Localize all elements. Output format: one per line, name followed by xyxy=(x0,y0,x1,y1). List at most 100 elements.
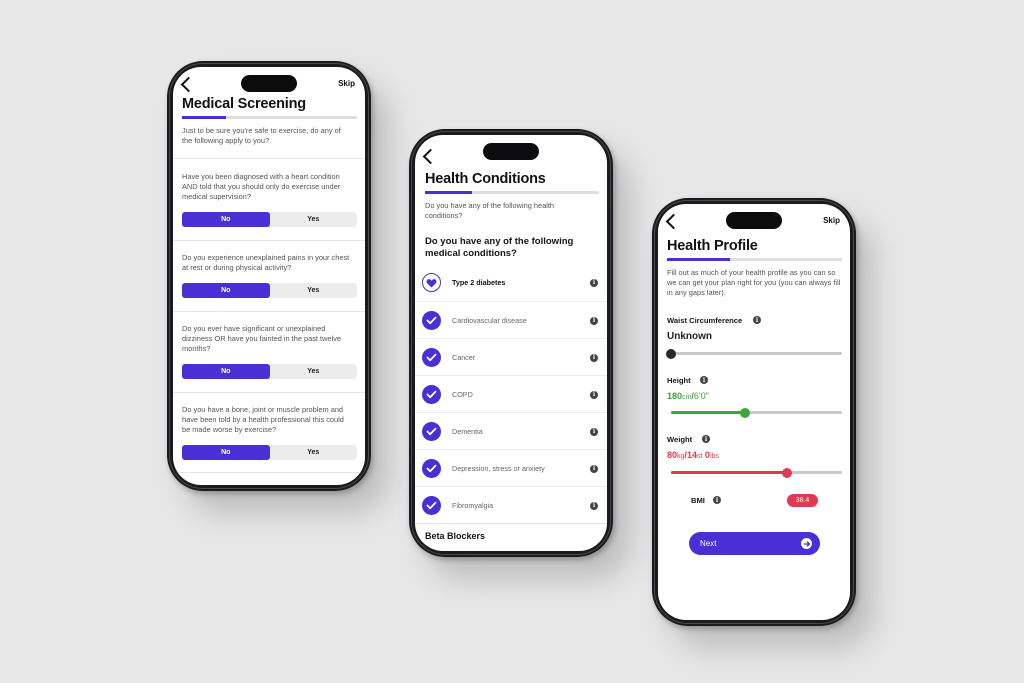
intro-text: Just to be sure you're safe to exercise,… xyxy=(182,126,341,145)
info-icon[interactable]: i xyxy=(590,427,598,436)
yes-no-toggle: No Yes xyxy=(182,445,357,460)
condition-label: COPD xyxy=(452,390,473,399)
page-title: Medical Screening xyxy=(182,96,306,112)
info-icon[interactable]: i xyxy=(700,376,708,384)
progress-bar xyxy=(425,191,599,194)
back-arrow-icon[interactable] xyxy=(422,148,439,165)
screen-health-profile: Skip Health Profile Fill out as much of … xyxy=(658,204,850,620)
no-option[interactable]: No xyxy=(182,283,270,298)
dynamic-island xyxy=(241,75,297,92)
question-text: Do you have a bone, joint or muscle prob… xyxy=(182,405,344,434)
condition-item[interactable]: Type 2 diabetes i xyxy=(415,264,607,301)
intro-text: Fill out as much of your health profile … xyxy=(667,268,841,297)
divider xyxy=(173,392,365,393)
next-button[interactable]: Next xyxy=(689,532,820,555)
height-slider-handle[interactable] xyxy=(739,407,750,418)
progress-fill xyxy=(667,258,730,261)
check-icon xyxy=(422,385,441,404)
condition-item[interactable]: Cancer i xyxy=(415,338,607,376)
bmi-value-badge: 38.4 xyxy=(787,494,818,507)
info-icon[interactable]: i xyxy=(590,501,598,510)
question-text: Do you ever have significant or unexplai… xyxy=(182,324,341,353)
weight-st-unit: st xyxy=(696,453,703,460)
dynamic-island xyxy=(483,143,539,160)
info-icon[interactable]: i xyxy=(702,435,710,443)
info-icon[interactable]: i xyxy=(753,316,761,324)
phone-health-profile: Skip Health Profile Fill out as much of … xyxy=(652,198,856,626)
weight-slider-handle[interactable] xyxy=(782,467,793,478)
condition-label: Dementia xyxy=(452,427,483,436)
height-cm: 180 xyxy=(667,391,683,401)
divider xyxy=(173,240,365,241)
condition-item[interactable]: Dementia i xyxy=(415,412,607,450)
yes-no-toggle: No Yes xyxy=(182,364,357,379)
yes-option[interactable]: Yes xyxy=(270,445,358,460)
condition-label: Depression, stress or anxiety xyxy=(452,464,545,473)
bmi-label: BMI xyxy=(691,496,705,505)
screen-health-conditions: Health Conditions Do you have any of the… xyxy=(415,135,607,551)
height-value: 180cm/6'0" xyxy=(667,391,709,401)
height-slider-fill xyxy=(671,411,745,414)
no-option[interactable]: No xyxy=(182,212,270,227)
check-icon xyxy=(422,422,441,441)
divider xyxy=(173,472,365,473)
divider xyxy=(415,523,607,524)
divider xyxy=(173,311,365,312)
weight-slider[interactable] xyxy=(671,467,842,478)
question-text: Have you been diagnosed with a heart con… xyxy=(182,172,341,201)
intro-text: Do you have any of the following health … xyxy=(425,201,555,220)
height-cm-unit: cm xyxy=(682,394,692,401)
skip-button[interactable]: Skip xyxy=(338,79,355,88)
phone-medical-screening: Skip Medical Screening Just to be sure y… xyxy=(167,61,371,491)
waist-slider[interactable] xyxy=(666,348,842,359)
weight-value: 80kg/14st 0lbs xyxy=(667,450,719,460)
info-icon[interactable]: i xyxy=(590,316,598,325)
info-icon[interactable]: i xyxy=(590,390,598,399)
question-text: Do you experience unexplained pains in y… xyxy=(182,253,350,272)
heart-icon xyxy=(422,273,441,292)
arrow-right-icon xyxy=(801,538,812,549)
check-icon xyxy=(422,459,441,478)
waist-slider-handle[interactable] xyxy=(666,348,676,359)
page-title: Health Profile xyxy=(667,238,758,254)
info-icon[interactable]: i xyxy=(590,464,598,473)
weight-kg: 80 xyxy=(667,450,678,460)
check-icon xyxy=(422,311,441,330)
height-slider[interactable] xyxy=(671,407,842,418)
info-icon[interactable]: i xyxy=(713,496,721,504)
info-icon[interactable]: i xyxy=(590,278,598,287)
next-button-label: Next xyxy=(700,539,717,548)
info-icon[interactable]: i xyxy=(590,353,598,362)
screen-medical-screening: Skip Medical Screening Just to be sure y… xyxy=(173,67,365,485)
condition-item[interactable]: Cardiovascular disease i xyxy=(415,301,607,339)
progress-bar xyxy=(182,116,357,119)
skip-button[interactable]: Skip xyxy=(823,216,840,225)
yes-option[interactable]: Yes xyxy=(270,364,358,379)
progress-bar xyxy=(667,258,842,261)
condition-item[interactable]: COPD i xyxy=(415,375,607,413)
condition-item[interactable]: Depression, stress or anxiety i xyxy=(415,449,607,487)
phone-health-conditions: Health Conditions Do you have any of the… xyxy=(409,129,613,557)
yes-option[interactable]: Yes xyxy=(270,212,358,227)
condition-label: Cancer xyxy=(452,353,476,362)
waist-label: Waist Circumference xyxy=(667,316,743,325)
progress-fill xyxy=(182,116,226,119)
weight-lbs-unit: lbs xyxy=(709,453,719,460)
yes-option[interactable]: Yes xyxy=(270,283,358,298)
height-ft: 6'0" xyxy=(693,391,709,401)
no-option[interactable]: No xyxy=(182,364,270,379)
page-title: Health Conditions xyxy=(425,171,546,187)
waist-value: Unknown xyxy=(667,331,712,342)
check-icon xyxy=(422,348,441,367)
condition-label: Cardiovascular disease xyxy=(452,316,527,325)
back-arrow-icon[interactable] xyxy=(180,76,197,93)
condition-label: Type 2 diabetes xyxy=(452,278,506,287)
yes-no-toggle: No Yes xyxy=(182,212,357,227)
conditions-question: Do you have any of the following medical… xyxy=(425,236,574,259)
check-icon xyxy=(422,496,441,515)
no-option[interactable]: No xyxy=(182,445,270,460)
back-arrow-icon[interactable] xyxy=(665,213,682,230)
yes-no-toggle: No Yes xyxy=(182,283,357,298)
weight-st: 14 xyxy=(686,450,697,460)
condition-item[interactable]: Fibromyalgia i xyxy=(415,486,607,524)
